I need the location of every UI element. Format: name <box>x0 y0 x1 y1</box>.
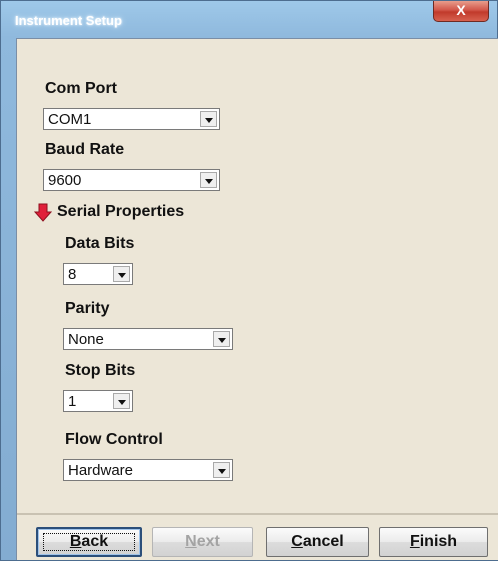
focus-indicator <box>43 533 135 551</box>
stop-bits-select[interactable]: 1 <box>63 390 133 412</box>
com-port-value: COM1 <box>48 111 92 128</box>
back-button[interactable]: Back <box>36 527 142 557</box>
next-button[interactable]: Next <box>152 527 253 557</box>
instrument-setup-dialog: Instrument Setup X Com Port COM1 Baud Ra… <box>0 0 498 561</box>
com-port-select[interactable]: COM1 <box>43 108 220 130</box>
com-port-label: Com Port <box>45 80 117 97</box>
data-bits-value: 8 <box>68 266 77 283</box>
parity-label: Parity <box>65 300 110 317</box>
chevron-down-icon[interactable] <box>200 172 217 188</box>
cancel-label-rest: ancel <box>302 533 344 550</box>
chevron-down-icon[interactable] <box>213 462 230 478</box>
finish-accelerator: F <box>409 533 420 550</box>
chevron-down-icon[interactable] <box>213 331 230 347</box>
dialog-body: Com Port COM1 Baud Rate 9600 Serial Prop… <box>16 38 498 560</box>
chevron-down-icon[interactable] <box>113 266 130 282</box>
serial-properties-toggle[interactable]: Serial Properties <box>57 203 184 221</box>
flow-control-select[interactable]: Hardware <box>63 459 233 481</box>
finish-button[interactable]: Finish <box>379 527 488 557</box>
parity-select[interactable]: None <box>63 328 233 350</box>
button-bar: Back Next Cancel Finish <box>17 513 498 562</box>
stop-bits-value: 1 <box>68 393 77 410</box>
stop-bits-label: Stop Bits <box>65 362 136 379</box>
flow-control-value: Hardware <box>68 462 134 479</box>
window-title: Instrument Setup <box>15 13 122 28</box>
close-button[interactable]: X <box>433 1 489 22</box>
next-accelerator: N <box>185 533 197 550</box>
red-down-arrow-icon[interactable] <box>34 203 52 223</box>
cancel-accelerator: C <box>291 533 303 550</box>
chevron-down-icon[interactable] <box>200 111 217 127</box>
next-label-rest: ext <box>196 533 220 550</box>
parity-value: None <box>68 331 104 348</box>
baud-rate-label: Baud Rate <box>45 141 125 158</box>
baud-rate-select[interactable]: 9600 <box>43 169 220 191</box>
data-bits-select[interactable]: 8 <box>63 263 133 285</box>
baud-rate-value: 9600 <box>48 172 82 189</box>
title-bar[interactable]: Instrument Setup X <box>1 1 497 39</box>
cancel-button[interactable]: Cancel <box>266 527 369 557</box>
finish-label-rest: inish <box>419 533 458 550</box>
chevron-down-icon[interactable] <box>113 393 130 409</box>
data-bits-label: Data Bits <box>65 235 135 252</box>
flow-control-label: Flow Control <box>65 431 163 448</box>
close-icon: X <box>456 2 466 18</box>
